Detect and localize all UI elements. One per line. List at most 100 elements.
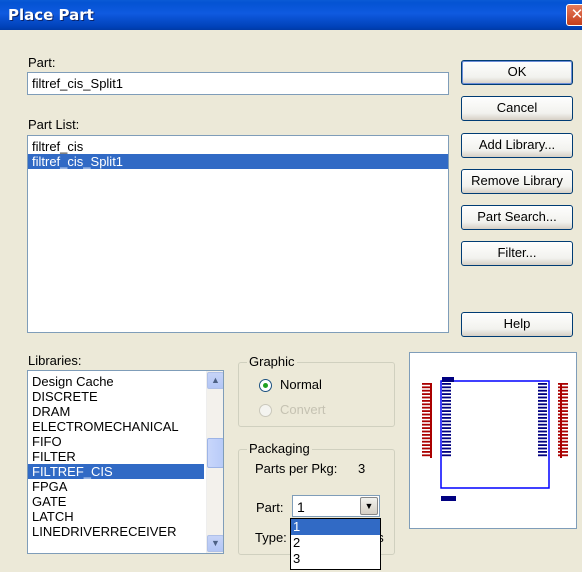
chevron-down-icon[interactable]: ▼ <box>360 497 378 515</box>
place-part-dialog: Place Part ✕ Part: filtref_cis_Split1 Pa… <box>0 0 582 572</box>
close-icon[interactable]: ✕ <box>566 4 582 26</box>
scroll-thumb[interactable] <box>207 438 223 468</box>
pin-body <box>442 434 451 436</box>
pin-body <box>442 393 451 395</box>
pin-body <box>538 454 547 457</box>
part-option-2[interactable]: 2 <box>291 535 380 551</box>
pin-stub <box>558 434 568 436</box>
pin-body <box>442 383 451 385</box>
type-label: Type: <box>255 530 287 545</box>
pin-body <box>442 417 451 419</box>
pin-body <box>538 413 547 416</box>
pin-marker-top <box>442 377 454 382</box>
pin-body <box>442 437 451 440</box>
pin-stub <box>558 400 568 402</box>
pin-body <box>442 454 451 457</box>
normal-radio-label: Normal <box>280 377 322 392</box>
window-title: Place Part <box>8 6 94 24</box>
pin-stub <box>558 440 568 443</box>
pin-stub <box>558 447 568 450</box>
pin-body <box>442 389 451 392</box>
convert-radio[interactable] <box>259 404 272 417</box>
library-item[interactable]: ELECTROMECHANICAL <box>28 419 204 434</box>
pin-body <box>442 413 451 416</box>
pin-body <box>538 430 547 433</box>
library-item[interactable]: FPGA <box>28 479 204 494</box>
pin-marker-bottom <box>441 496 456 501</box>
title-bar: Place Part ✕ <box>0 0 582 30</box>
pin-body <box>538 423 547 426</box>
part-option-1[interactable]: 1 <box>291 519 380 535</box>
library-item-selected[interactable]: FILTREF_CIS <box>28 464 204 479</box>
pin-stub <box>558 383 568 385</box>
pin-body <box>538 403 547 406</box>
pin-stub <box>558 393 568 395</box>
pin-body <box>442 396 451 399</box>
part-list-item[interactable]: filtref_cis <box>28 139 448 154</box>
pin-stub <box>558 386 568 389</box>
library-item[interactable]: FILTER <box>28 449 204 464</box>
library-item[interactable]: LINEDRIVERRECEIVER <box>28 524 204 539</box>
help-button[interactable]: Help <box>461 312 573 337</box>
pin-stub <box>558 427 568 429</box>
part-list-item-selected[interactable]: filtref_cis_Split1 <box>28 154 448 169</box>
scroll-up-icon[interactable]: ▲ <box>207 372 223 389</box>
library-item[interactable]: DISCRETE <box>28 389 204 404</box>
library-item[interactable]: LATCH <box>28 509 204 524</box>
convert-radio-label: Convert <box>280 402 326 417</box>
pin-body <box>538 417 547 419</box>
add-library-button[interactable]: Add Library... <box>461 133 573 158</box>
pin-body <box>538 410 547 412</box>
pin-stub <box>558 420 568 423</box>
pin-body <box>442 430 451 433</box>
pin-stub <box>558 423 568 426</box>
pin-body <box>442 440 451 443</box>
pin-body <box>538 444 547 446</box>
pin-body <box>538 400 547 402</box>
pin-body <box>538 420 547 423</box>
ok-button[interactable]: OK <box>461 60 573 85</box>
part-preview <box>409 352 577 529</box>
pin-body <box>538 393 547 395</box>
scroll-down-icon[interactable]: ▼ <box>207 535 223 552</box>
libraries-list[interactable]: Design Cache DISCRETE DRAM ELECTROMECHAN… <box>27 370 224 554</box>
pin-body <box>442 444 451 446</box>
pin-stub <box>558 389 568 392</box>
pin-stub <box>558 444 568 446</box>
normal-radio[interactable] <box>259 379 272 392</box>
part-label: Part: <box>28 55 56 70</box>
pin-body <box>442 451 451 453</box>
remove-library-button[interactable]: Remove Library <box>461 169 573 194</box>
part-number-dropdown[interactable]: 1 2 3 <box>290 518 381 570</box>
pin-body <box>538 383 547 385</box>
filter-button[interactable]: Filter... <box>461 241 573 266</box>
library-item[interactable]: FIFO <box>28 434 204 449</box>
part-number-select[interactable]: 1 ▼ <box>292 495 380 517</box>
part-list-label: Part List: <box>28 117 80 132</box>
pin-body <box>442 420 451 423</box>
library-item[interactable]: Design Cache <box>28 374 204 389</box>
pin-bus-bar <box>560 383 562 458</box>
cancel-button[interactable]: Cancel <box>461 96 573 121</box>
pin-body <box>538 440 547 443</box>
packaging-group-title: Packaging <box>247 441 312 456</box>
part-option-3[interactable]: 3 <box>291 551 380 567</box>
parts-per-pkg-label: Parts per Pkg: <box>255 461 338 476</box>
pin-stub <box>558 410 568 412</box>
pin-stub <box>558 417 568 419</box>
graphic-group <box>238 362 395 427</box>
pin-body <box>538 406 547 409</box>
part-search-button[interactable]: Part Search... <box>461 205 573 230</box>
pin-body <box>538 427 547 429</box>
library-item[interactable]: DRAM <box>28 404 204 419</box>
library-item[interactable]: GATE <box>28 494 204 509</box>
libraries-label: Libraries: <box>28 353 82 368</box>
part-list[interactable]: filtref_cis filtref_cis_Split1 <box>27 135 449 333</box>
pin-bus-bar <box>430 383 432 458</box>
libraries-scrollbar[interactable]: ▲ ▼ <box>206 371 223 553</box>
part-preview-symbol <box>422 377 568 501</box>
pin-stub <box>558 413 568 416</box>
part-name-input[interactable]: filtref_cis_Split1 <box>27 72 449 95</box>
parts-per-pkg-value: 3 <box>358 461 366 476</box>
part-number-value: 1 <box>297 499 305 515</box>
